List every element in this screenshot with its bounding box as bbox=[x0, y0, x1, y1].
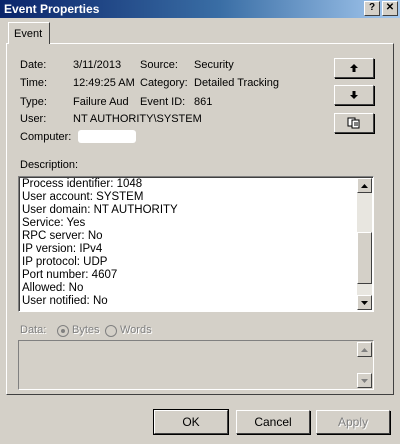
description-line: Allowed: No bbox=[22, 282, 84, 294]
description-scrollbar[interactable] bbox=[357, 178, 372, 310]
bytes-radio-label: Bytes bbox=[72, 324, 100, 336]
apply-button[interactable]: Apply bbox=[316, 410, 390, 434]
user-value: NT AUTHORITY\SYSTEM bbox=[73, 113, 202, 125]
data-label: Data: bbox=[20, 324, 47, 336]
window-title: Event Properties bbox=[4, 2, 100, 16]
data-scrollbar bbox=[357, 342, 372, 388]
triangle-up-icon bbox=[361, 183, 368, 188]
description-line: RPC server: No bbox=[22, 230, 103, 242]
data-textbox bbox=[18, 340, 374, 390]
description-line: User domain: NT AUTHORITY bbox=[22, 204, 178, 216]
tab-event[interactable]: Event bbox=[8, 22, 50, 44]
previous-event-button[interactable] bbox=[334, 58, 374, 78]
time-label: Time: bbox=[20, 77, 48, 89]
help-button[interactable]: ? bbox=[364, 1, 380, 16]
user-label: User: bbox=[20, 113, 47, 125]
cancel-button[interactable]: Cancel bbox=[236, 410, 310, 434]
category-label: Category: bbox=[140, 77, 188, 89]
close-button[interactable]: ✕ bbox=[382, 1, 398, 16]
scroll-up-button[interactable] bbox=[357, 178, 372, 193]
type-label: Type: bbox=[20, 96, 47, 108]
description-text: Process identifier: 1048 User account: SY… bbox=[22, 178, 178, 308]
date-label: Date: bbox=[20, 59, 47, 71]
ok-button[interactable]: OK bbox=[153, 409, 229, 435]
eventid-value: 861 bbox=[194, 96, 213, 108]
description-line: Process identifier: 1048 bbox=[22, 178, 143, 190]
arrow-down-icon bbox=[350, 91, 358, 99]
words-radio[interactable] bbox=[105, 325, 117, 337]
triangle-down-icon bbox=[361, 378, 368, 383]
description-line: IP version: IPv4 bbox=[22, 243, 103, 255]
data-scroll-up-button bbox=[357, 342, 372, 357]
eventid-label: Event ID: bbox=[140, 96, 186, 108]
scroll-down-button[interactable] bbox=[357, 295, 372, 310]
description-line: IP protocol: UDP bbox=[22, 256, 108, 268]
data-scroll-down-button bbox=[357, 373, 372, 388]
redacted-computer-name bbox=[78, 130, 136, 143]
bytes-radio[interactable] bbox=[57, 325, 69, 337]
copy-icon bbox=[347, 117, 360, 129]
source-value: Security bbox=[194, 59, 234, 71]
arrow-up-icon bbox=[350, 64, 358, 72]
description-line: User account: SYSTEM bbox=[22, 191, 144, 203]
tab-event-label: Event bbox=[14, 28, 43, 40]
time-value: 12:49:25 AM bbox=[73, 77, 135, 89]
description-label: Description: bbox=[20, 159, 79, 171]
next-event-button[interactable] bbox=[334, 85, 374, 105]
date-value: 3/11/2013 bbox=[73, 59, 122, 71]
words-radio-label: Words bbox=[120, 324, 152, 336]
title-bar: Event Properties ? ✕ bbox=[0, 0, 400, 18]
type-value: Failure Aud bbox=[73, 96, 129, 108]
description-line: User notified: No bbox=[22, 295, 108, 307]
scroll-thumb[interactable] bbox=[357, 232, 372, 284]
computer-label: Computer: bbox=[20, 131, 72, 143]
description-line: Port number: 4607 bbox=[22, 269, 118, 281]
source-label: Source: bbox=[140, 59, 178, 71]
category-value: Detailed Tracking bbox=[194, 77, 279, 89]
description-line: Service: Yes bbox=[22, 217, 86, 229]
copy-button[interactable] bbox=[334, 113, 374, 133]
triangle-down-icon bbox=[361, 300, 368, 305]
triangle-up-icon bbox=[361, 347, 368, 352]
description-textbox[interactable]: Process identifier: 1048 User account: SY… bbox=[18, 176, 374, 312]
